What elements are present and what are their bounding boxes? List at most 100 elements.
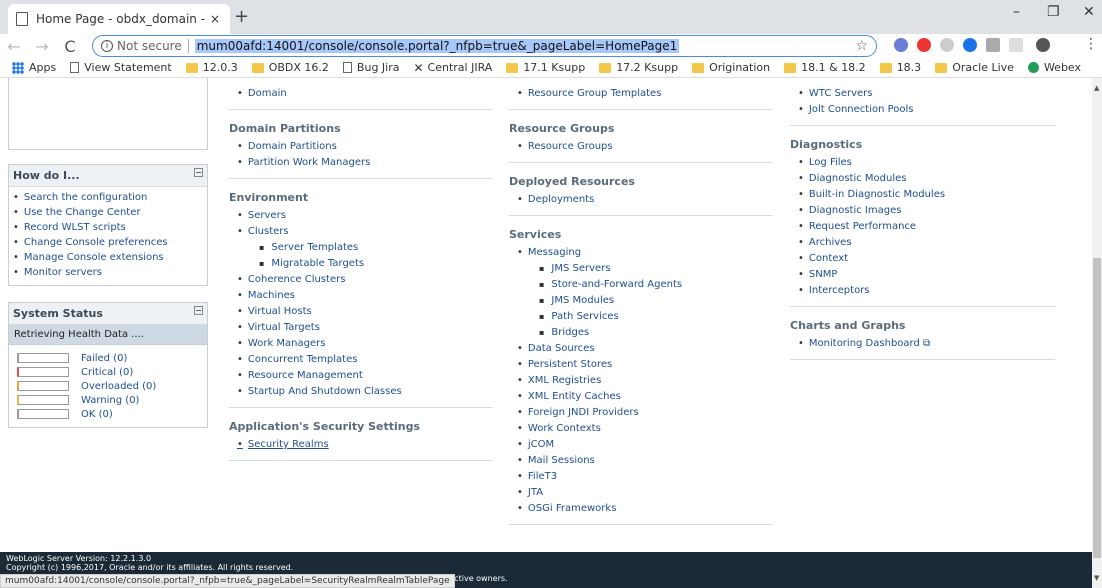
- how-do-i-link-record-wlst-scripts[interactable]: Record WLST scripts: [13, 220, 203, 235]
- info-icon[interactable]: i: [101, 40, 113, 52]
- link-deployments[interactable]: Deployments: [509, 192, 773, 208]
- not-secure-label[interactable]: Not secure: [117, 39, 189, 53]
- collapse-icon[interactable]: −: [194, 306, 203, 315]
- profile-icon[interactable]: [1036, 38, 1050, 52]
- link-jms-modules[interactable]: JMS Modules: [509, 293, 773, 309]
- bookmark-origination[interactable]: Origination: [692, 61, 770, 74]
- extension-icon[interactable]: [1009, 38, 1023, 52]
- link-log-files[interactable]: Log Files: [790, 155, 1055, 171]
- back-button[interactable]: ←: [0, 37, 28, 56]
- close-window-button[interactable]: ✕: [1083, 4, 1095, 20]
- scroll-down-icon[interactable]: ▼: [1094, 574, 1099, 582]
- menu-icon[interactable]: ⋮: [1084, 36, 1098, 52]
- health-label-overloaded-0[interactable]: Overloaded (0): [81, 381, 156, 392]
- link-persistent-stores[interactable]: Persistent Stores: [509, 357, 773, 373]
- link-machines[interactable]: Machines: [229, 288, 493, 304]
- health-label-ok-0[interactable]: OK (0): [81, 409, 113, 420]
- link-diagnostic-modules[interactable]: Diagnostic Modules: [790, 171, 1055, 187]
- link-servers[interactable]: Servers: [229, 208, 493, 224]
- collapse-icon[interactable]: −: [194, 168, 203, 177]
- bookmark-star-icon[interactable]: ☆: [855, 38, 868, 54]
- omnibox[interactable]: i Not secure mum00afd:14001/console/cons…: [92, 35, 877, 57]
- link-resource-group-templates[interactable]: Resource Group Templates: [509, 86, 773, 102]
- link-coherence-clusters[interactable]: Coherence Clusters: [229, 272, 493, 288]
- reload-button[interactable]: C: [56, 37, 84, 56]
- bookmark-webex[interactable]: Webex: [1027, 61, 1081, 74]
- bookmark-view-statement[interactable]: View Statement: [70, 61, 172, 74]
- close-tab-icon[interactable]: ×: [208, 12, 222, 26]
- new-tab-button[interactable]: +: [234, 6, 249, 27]
- link-domain[interactable]: Domain: [229, 86, 493, 102]
- health-label-critical-0[interactable]: Critical (0): [81, 367, 133, 378]
- link-interceptors[interactable]: Interceptors: [790, 283, 1055, 299]
- link-mail-sessions[interactable]: Mail Sessions: [509, 453, 773, 469]
- bookmark-obdx-16-2[interactable]: OBDX 16.2: [251, 61, 329, 74]
- link-filet3[interactable]: FileT3: [509, 469, 773, 485]
- link-virtual-targets[interactable]: Virtual Targets: [229, 320, 493, 336]
- link-server-templates[interactable]: Server Templates: [229, 240, 493, 256]
- link-data-sources[interactable]: Data Sources: [509, 341, 773, 357]
- link-work-contexts[interactable]: Work Contexts: [509, 421, 773, 437]
- minimize-button[interactable]: –: [1013, 4, 1020, 20]
- bookmark-18-3[interactable]: 18.3: [879, 61, 921, 74]
- extension-icon[interactable]: [940, 38, 954, 52]
- bookmark-18-1-18-2[interactable]: 18.1 & 18.2: [784, 61, 866, 74]
- scroll-up-icon[interactable]: ▲: [1094, 84, 1099, 92]
- link-clusters[interactable]: Clusters: [229, 224, 493, 240]
- link-resource-management[interactable]: Resource Management: [229, 368, 493, 384]
- link-security-realms[interactable]: Security Realms: [229, 437, 493, 453]
- camera-icon[interactable]: [986, 38, 1000, 52]
- link-concurrent-templates[interactable]: Concurrent Templates: [229, 352, 493, 368]
- link-migratable-targets[interactable]: Migratable Targets: [229, 256, 493, 272]
- extension-icon[interactable]: [894, 38, 908, 52]
- link-jcom[interactable]: jCOM: [509, 437, 773, 453]
- how-do-i-link-change-console-preferences[interactable]: Change Console preferences: [13, 235, 203, 250]
- restore-button[interactable]: ❐: [1047, 4, 1060, 20]
- bookmark-central-jira[interactable]: ✕ Central JIRA: [413, 61, 492, 75]
- link-osgi-frameworks[interactable]: OSGi Frameworks: [509, 501, 773, 517]
- link-wtc-servers[interactable]: WTC Servers: [790, 86, 1055, 102]
- link-xml-registries[interactable]: XML Registries: [509, 373, 773, 389]
- bookmark-17-2-ksupp[interactable]: 17.2 Ksupp: [599, 61, 678, 74]
- link-built-in-diagnostic-modules[interactable]: Built-in Diagnostic Modules: [790, 187, 1055, 203]
- browser-tab[interactable]: Home Page - obdx_domain - WL ×: [8, 4, 230, 34]
- health-label-failed-0[interactable]: Failed (0): [81, 353, 127, 364]
- bookmark-apps[interactable]: Apps: [12, 61, 56, 74]
- how-do-i-link-monitor-servers[interactable]: Monitor servers: [13, 265, 203, 280]
- link-resource-groups[interactable]: Resource Groups: [509, 139, 773, 155]
- bookmark-12-0-3[interactable]: 12.0.3: [185, 61, 238, 74]
- forward-button[interactable]: →: [28, 37, 56, 56]
- health-label-warning-0[interactable]: Warning (0): [81, 395, 139, 406]
- vertical-scrollbar[interactable]: ▲ ▼: [1092, 78, 1102, 588]
- link-jolt-connection-pools[interactable]: Jolt Connection Pools: [790, 102, 1055, 118]
- link-snmp[interactable]: SNMP: [790, 267, 1055, 283]
- link-context[interactable]: Context: [790, 251, 1055, 267]
- link-xml-entity-caches[interactable]: XML Entity Caches: [509, 389, 773, 405]
- link-diagnostic-images[interactable]: Diagnostic Images: [790, 203, 1055, 219]
- link-monitoring-dashboard[interactable]: Monitoring Dashboard ⧉: [790, 336, 1055, 352]
- link-jta[interactable]: JTA: [509, 485, 773, 501]
- link-virtual-hosts[interactable]: Virtual Hosts: [229, 304, 493, 320]
- how-do-i-link-manage-console-extensions[interactable]: Manage Console extensions: [13, 250, 203, 265]
- link-domain-partitions[interactable]: Domain Partitions: [229, 139, 493, 155]
- link-work-managers[interactable]: Work Managers: [229, 336, 493, 352]
- link-jms-servers[interactable]: JMS Servers: [509, 261, 773, 277]
- bookmark-bug-jira[interactable]: Bug Jira: [342, 61, 399, 74]
- link-messaging[interactable]: Messaging: [509, 245, 773, 261]
- link-path-services[interactable]: Path Services: [509, 309, 773, 325]
- link-startup-and-shutdown-classes[interactable]: Startup And Shutdown Classes: [229, 384, 493, 400]
- bookmark-oracle-live[interactable]: Oracle Live: [935, 61, 1014, 74]
- link-request-performance[interactable]: Request Performance: [790, 219, 1055, 235]
- scroll-thumb[interactable]: [1093, 258, 1101, 558]
- link-archives[interactable]: Archives: [790, 235, 1055, 251]
- how-do-i-link-use-the-change-center[interactable]: Use the Change Center: [13, 205, 203, 220]
- opera-icon[interactable]: [917, 38, 931, 52]
- link-bridges[interactable]: Bridges: [509, 325, 773, 341]
- link-store-and-forward-agents[interactable]: Store-and-Forward Agents: [509, 277, 773, 293]
- extension-icon[interactable]: [963, 38, 977, 52]
- link-partition-work-managers[interactable]: Partition Work Managers: [229, 155, 493, 171]
- how-do-i-link-search-the-configuration[interactable]: Search the configuration: [13, 190, 203, 205]
- url-text[interactable]: mum00afd:14001/console/console.portal?_n…: [194, 39, 680, 53]
- bookmark-17-1-ksupp[interactable]: 17.1 Ksupp: [506, 61, 585, 74]
- link-foreign-jndi-providers[interactable]: Foreign JNDI Providers: [509, 405, 773, 421]
